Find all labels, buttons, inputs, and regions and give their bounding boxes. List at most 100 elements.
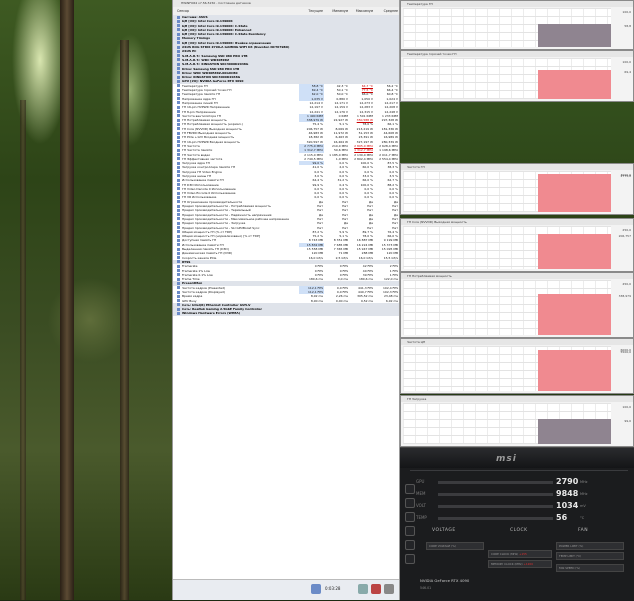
sensor-icon xyxy=(177,299,180,303)
graph-max-label: 100,0 xyxy=(622,10,631,14)
sensor-icon xyxy=(177,208,180,212)
meter-unit: °C xyxy=(580,516,585,520)
graph-fill xyxy=(538,173,611,212)
field-label: CORE VOLTAGE (%) xyxy=(429,544,457,548)
graph-panel[interactable]: Частота ГП 3000,0 2775,0 xyxy=(400,163,634,215)
sensor-icon xyxy=(177,178,180,182)
sensor-icon xyxy=(177,230,180,234)
hwinfo-window: HWiNFO64 v7.56-5150 - Состояние датчиков… xyxy=(172,0,400,600)
close-icon[interactable] xyxy=(384,584,394,594)
tab-fan[interactable]: FAN xyxy=(578,528,588,533)
sensor-icon xyxy=(177,204,180,208)
tab-voltage[interactable]: VOLTAGE xyxy=(432,528,456,533)
meter-label: VOLT xyxy=(416,503,426,508)
sensor-icon xyxy=(177,290,180,294)
sensor-icon xyxy=(177,264,180,268)
graph-panel[interactable]: Температура горячей точки ГП 100,0 69,4 xyxy=(400,50,634,102)
graph-max-label: 100,0 xyxy=(622,60,631,64)
sensor-icon xyxy=(177,247,180,251)
graph-current-value: 58,8 xyxy=(624,23,631,28)
gear-icon[interactable] xyxy=(405,512,415,522)
sensor-icon xyxy=(177,101,180,105)
sensor-icon xyxy=(177,213,180,217)
sensor-icon xyxy=(177,114,180,118)
graph-plot xyxy=(403,280,611,335)
graph-panel[interactable]: ГП Загрузка 100,0 99,0 xyxy=(400,395,634,447)
chip-icon xyxy=(177,36,180,40)
sensor-icon xyxy=(177,97,180,101)
settings-icon[interactable] xyxy=(358,584,368,594)
chip-icon xyxy=(177,58,180,62)
chip-icon xyxy=(177,45,180,49)
graph-title: Температура горячей точки ГП xyxy=(401,51,633,57)
sensor-icon xyxy=(177,105,180,109)
graph-max-label: 100,0 xyxy=(622,405,631,409)
sensor-group[interactable]: Windows Hardware Errors (WHEA) xyxy=(173,311,399,316)
graph-title: ГП Загрузка xyxy=(401,396,633,402)
fan-speed-field[interactable]: FAN SPEED (%) xyxy=(556,564,624,572)
chip-icon xyxy=(177,19,180,23)
sensor-value xyxy=(374,311,399,315)
sensor-icon xyxy=(177,110,180,114)
graph-fill xyxy=(538,349,611,391)
core-voltage-field[interactable]: CORE VOLTAGE (%) xyxy=(426,542,484,550)
sensor-icon xyxy=(177,187,180,191)
sensor-name: Windows Hardware Errors (WHEA) xyxy=(173,311,299,315)
profile-icon[interactable] xyxy=(405,554,415,564)
memory-clock-field[interactable]: MEMORY CLOCK (MHz) +1200 xyxy=(488,560,552,568)
graph-current-value: 69,4 xyxy=(624,70,631,75)
info-icon[interactable] xyxy=(405,540,415,550)
keyboard-icon[interactable] xyxy=(405,484,415,494)
sensor-table[interactable]: Система: ASUS ЦП [#0]: Intel Core i9-1390… xyxy=(173,15,399,580)
column-header[interactable]: Максимум xyxy=(349,7,374,15)
gpu-clock-meter: GPU 2790 MHz xyxy=(416,477,628,487)
meter-value: 2790 xyxy=(556,477,579,486)
chip-icon xyxy=(177,281,180,285)
graph-plot xyxy=(403,226,611,269)
chip-icon xyxy=(177,15,180,19)
column-header[interactable]: Среднее xyxy=(374,7,399,15)
graph-max-label: 450,0 xyxy=(622,282,631,286)
reset-icon[interactable] xyxy=(371,584,381,594)
divider xyxy=(410,470,628,471)
graph-panel[interactable]: ГП Потребляемая мощность 450,0 338,979 xyxy=(400,272,634,338)
graph-title: Частота ГП xyxy=(401,164,633,170)
clock-icon xyxy=(311,584,321,594)
sensor-icon xyxy=(177,131,180,135)
sensor-icon xyxy=(177,127,180,131)
power-limit-field[interactable]: POWER LIMIT (%) xyxy=(556,542,624,550)
sensor-icon xyxy=(177,140,180,144)
graph-panel[interactable]: Температура ГП 100,0 58,8 xyxy=(400,0,634,50)
sensor-value xyxy=(349,311,374,315)
sensor-icon xyxy=(177,161,180,165)
graph-panel[interactable]: ГП Core (NVVDD) Выходная мощность 250,0 20… xyxy=(400,218,634,272)
meter-bar xyxy=(438,517,553,520)
chip-icon xyxy=(177,303,180,307)
temp-limit-field[interactable]: TEMP LIMIT (°C) xyxy=(556,552,624,560)
oc-scanner-icon[interactable] xyxy=(405,498,415,508)
sensor-icon xyxy=(177,135,180,139)
sensor-icon xyxy=(177,122,180,126)
graph-panel[interactable]: Частота ЦП 6000,0 5500,0 xyxy=(400,338,634,394)
sensor-icon xyxy=(177,234,180,238)
sensor-icon xyxy=(177,148,180,152)
chip-icon xyxy=(177,71,180,75)
chip-icon xyxy=(177,41,180,45)
chip-icon xyxy=(177,67,180,71)
game-background-left xyxy=(0,0,172,600)
meter-bar xyxy=(438,493,553,496)
column-header[interactable]: Текущее xyxy=(299,7,324,15)
elapsed-time: 0:03:28 xyxy=(325,586,341,591)
chip-icon xyxy=(177,49,180,53)
graph-title: Частота ЦП xyxy=(401,339,633,345)
column-header[interactable]: Сенсор xyxy=(173,7,299,15)
tab-clock[interactable]: CLOCK xyxy=(510,528,528,533)
field-label: MEMORY CLOCK (MHz) xyxy=(491,562,523,566)
column-header[interactable]: Минимум xyxy=(324,7,349,15)
meter-value: 1034 xyxy=(556,501,579,510)
chip-icon xyxy=(177,311,180,315)
core-clock-field[interactable]: CORE CLOCK (MHz) +155 xyxy=(488,550,552,558)
graph-plot xyxy=(403,8,611,47)
sensor-icon xyxy=(177,144,180,148)
status-bar: 0:03:28 xyxy=(173,579,399,600)
